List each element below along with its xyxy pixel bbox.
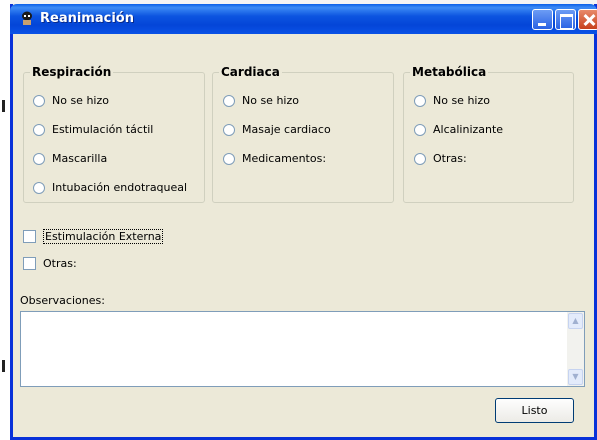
radio-label: Medicamentos: — [242, 152, 327, 165]
radio-label: Mascarilla — [52, 152, 108, 165]
otras-checkbox-row[interactable]: Otras: — [23, 257, 77, 270]
cardiaca-group-title: Cardiaca — [219, 65, 282, 79]
radio-label: Masaje cardiaco — [242, 123, 331, 136]
respiracion-option-intubacion[interactable]: Intubación endotraqueal — [33, 181, 187, 194]
radio-button[interactable] — [414, 152, 426, 165]
radio-button[interactable] — [414, 94, 426, 107]
background-mark — [2, 360, 5, 372]
radio-button[interactable] — [414, 123, 426, 136]
radio-label: Intubación endotraqueal — [52, 181, 188, 194]
vertical-scrollbar[interactable]: ▲ ▼ — [567, 312, 584, 386]
background-mark — [2, 100, 5, 112]
radio-button[interactable] — [33, 123, 45, 136]
scroll-down-arrow-icon[interactable]: ▼ — [568, 369, 583, 385]
title-bar[interactable]: Reanimación — [10, 4, 597, 34]
observaciones-textarea[interactable]: ▲ ▼ — [20, 311, 585, 387]
radio-button[interactable] — [33, 152, 45, 165]
respiracion-option-estimulacion-tactil[interactable]: Estimulación táctil — [33, 123, 153, 136]
cardiaca-option-no-se-hizo[interactable]: No se hizo — [223, 94, 299, 107]
radio-button[interactable] — [33, 94, 45, 107]
app-icon — [22, 11, 32, 25]
respiracion-group-title: Respiración — [30, 65, 114, 79]
observaciones-label: Observaciones: — [20, 294, 105, 307]
estimulacion-externa-label: Estimulación Externa — [43, 229, 164, 244]
background-left-edge — [0, 0, 10, 440]
metabolica-option-otras[interactable]: Otras: — [414, 152, 467, 165]
metabolica-option-no-se-hizo[interactable]: No se hizo — [414, 94, 490, 107]
otras-label: Otras: — [43, 257, 77, 270]
radio-label: No se hizo — [242, 94, 299, 107]
minimize-button[interactable] — [532, 9, 553, 30]
cardiaca-group: Cardiaca No se hizo Masaje cardiaco Medi… — [212, 65, 394, 203]
radio-button[interactable] — [33, 181, 45, 194]
close-button[interactable] — [578, 9, 597, 30]
respiracion-option-no-se-hizo[interactable]: No se hizo — [33, 94, 109, 107]
cardiaca-option-medicamentos[interactable]: Medicamentos: — [223, 152, 326, 165]
metabolica-option-alcalinizante[interactable]: Alcalinizante — [414, 123, 503, 136]
radio-label: Estimulación táctil — [52, 123, 154, 136]
radio-label: Otras: — [433, 152, 467, 165]
reanimacion-dialog: Reanimación Respiración No se hizo Estim… — [10, 4, 597, 440]
window-title: Reanimación — [40, 11, 134, 26]
metabolica-group: Metabólica No se hizo Alcalinizante Otra… — [403, 65, 574, 203]
radio-button[interactable] — [223, 94, 235, 107]
listo-button[interactable]: Listo — [495, 398, 574, 423]
otras-checkbox[interactable] — [23, 257, 36, 270]
respiracion-group: Respiración No se hizo Estimulación táct… — [23, 65, 205, 203]
maximize-button[interactable] — [555, 9, 576, 30]
respiracion-option-mascarilla[interactable]: Mascarilla — [33, 152, 107, 165]
radio-button[interactable] — [223, 152, 235, 165]
metabolica-group-title: Metabólica — [410, 65, 489, 79]
scroll-up-arrow-icon[interactable]: ▲ — [568, 313, 583, 329]
radio-label: No se hizo — [52, 94, 109, 107]
cardiaca-option-masaje-cardiaco[interactable]: Masaje cardiaco — [223, 123, 331, 136]
estimulacion-externa-checkbox[interactable] — [23, 230, 36, 243]
radio-label: No se hizo — [433, 94, 490, 107]
radio-button[interactable] — [223, 123, 235, 136]
radio-label: Alcalinizante — [433, 123, 504, 136]
estimulacion-externa-checkbox-row[interactable]: Estimulación Externa — [23, 229, 164, 244]
